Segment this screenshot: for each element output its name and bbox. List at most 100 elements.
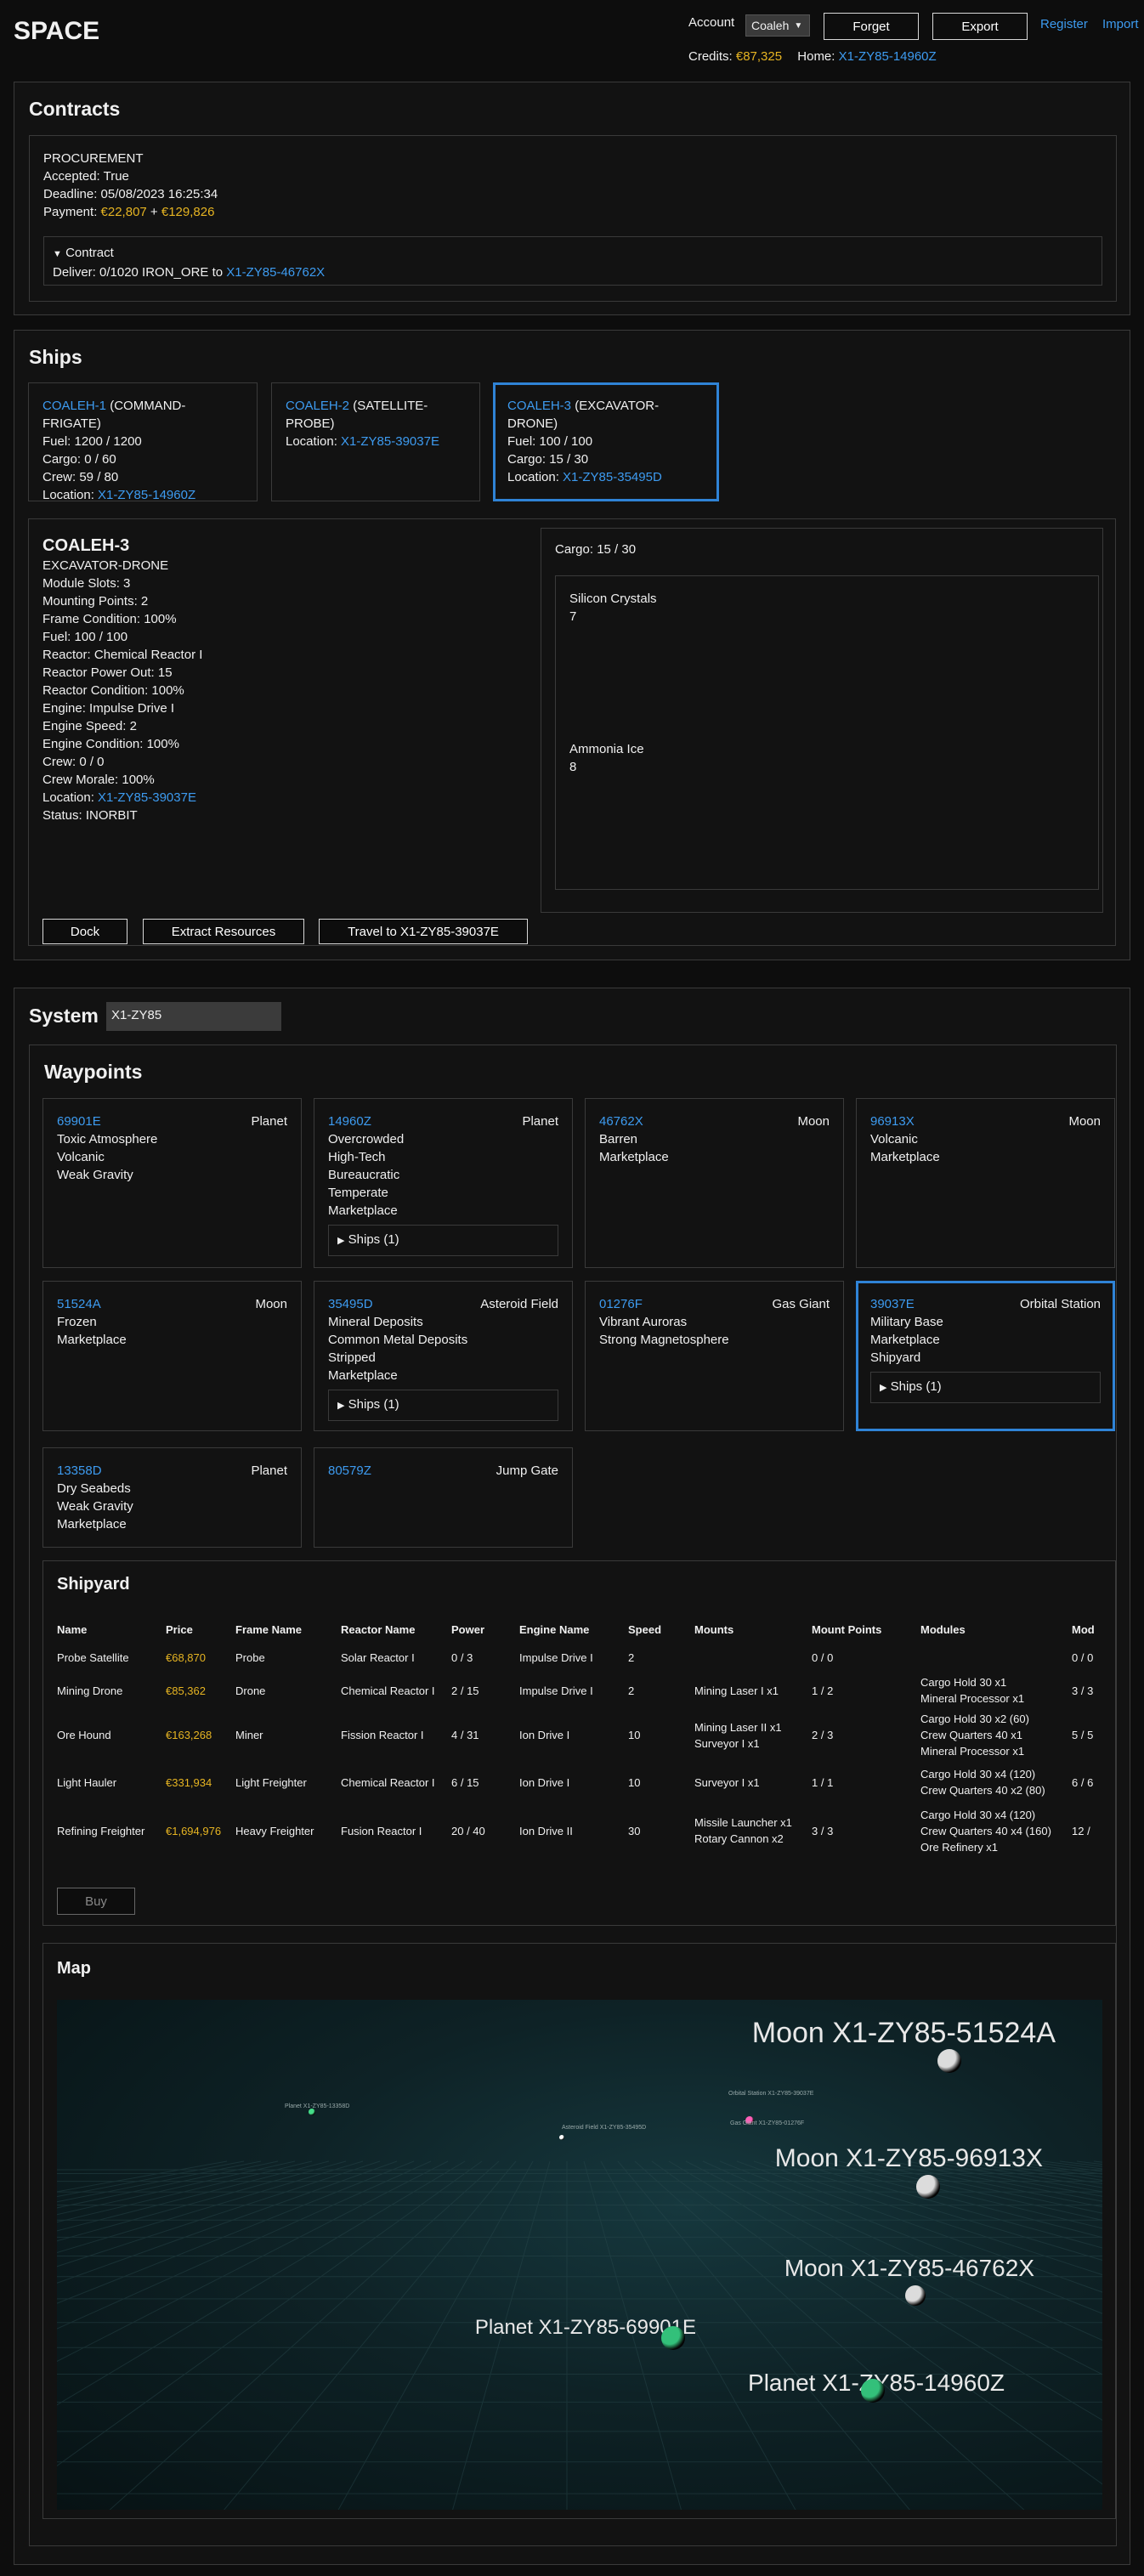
- map-label[interactable]: Planet X1-ZY85-13358D: [285, 2103, 349, 2109]
- table-row[interactable]: Probe Satellite €68,870 Probe Solar Reactor…: [50, 1645, 1102, 1670]
- waypoint-ships-details[interactable]: ▶ Ships (1): [870, 1372, 1101, 1403]
- waypoint-id-link[interactable]: 46762X: [599, 1112, 830, 1130]
- grid-line: [651, 2160, 1102, 2485]
- table-row[interactable]: Light Hauler €331,934 Light Freighter Chemi…: [50, 1759, 1102, 1805]
- contract-deliver: Deliver: 0/1020 IRON_ORE to X1-ZY85-4676…: [53, 263, 1093, 281]
- column-header: Engine Name: [519, 1622, 590, 1636]
- ship-card-coaleh-1[interactable]: COALEH-1 (COMMAND-FRIGATE) Fuel: 1200 / …: [28, 382, 258, 502]
- ship-name-link[interactable]: COALEH-3: [507, 399, 571, 413]
- cargo-item-qty: 7: [569, 609, 577, 624]
- chevron-down-icon: ▼: [794, 20, 803, 31]
- ship-location-label: Location:: [42, 488, 99, 502]
- waypoint-trait: Dry Seabeds: [57, 1481, 131, 1496]
- cargo-item: Ammonia Ice 8: [569, 740, 644, 776]
- cell-mount-points: 3 / 3: [812, 1824, 834, 1837]
- map-body-icon[interactable]: [916, 2175, 940, 2199]
- waypoint-card-39037e[interactable]: 39037E Orbital Station Military Base Market…: [856, 1281, 1115, 1431]
- map-body-icon[interactable]: [559, 2135, 564, 2140]
- system-title: System: [29, 1005, 99, 1027]
- waypoint-card-01276f[interactable]: 01276F Gas Giant Vibrant Auroras Strong Mag…: [585, 1281, 844, 1431]
- grid-line: [57, 2160, 381, 2267]
- waypoint-id-link[interactable]: 96913X: [870, 1112, 1101, 1130]
- map-label[interactable]: Orbital Station X1-ZY85-39037E: [728, 2091, 813, 2097]
- detail-status: Status: INORBIT: [42, 808, 138, 823]
- export-button[interactable]: Export: [932, 13, 1028, 40]
- waypoint-trait: High-Tech: [328, 1150, 386, 1164]
- detail-line: Fuel: 100 / 100: [42, 630, 128, 644]
- waypoint-card-69901e[interactable]: 69901E Planet Toxic Atmosphere Volcanic Weak…: [42, 1098, 302, 1268]
- import-link[interactable]: Import: [1102, 17, 1139, 31]
- ship-location-link[interactable]: X1-ZY85-35495D: [563, 470, 662, 484]
- waypoint-card-46762x[interactable]: 46762X Moon Barren Marketplace: [585, 1098, 844, 1268]
- grid-line: [57, 2160, 262, 2203]
- map-label[interactable]: Moon X1-ZY85-46762X: [784, 2255, 1034, 2282]
- map-body-icon[interactable]: [861, 2379, 885, 2403]
- app-logo: SPACE: [14, 17, 100, 45]
- waypoint-id-link[interactable]: 51524A: [57, 1295, 287, 1313]
- ship-location-link[interactable]: X1-ZY85-39037E: [341, 434, 439, 449]
- system-input[interactable]: X1-ZY85: [106, 1002, 281, 1031]
- home-link[interactable]: X1-ZY85-14960Z: [839, 49, 937, 64]
- contract-details[interactable]: ▼ Contract Deliver: 0/1020 IRON_ORE to X…: [43, 236, 1102, 286]
- system-map[interactable]: Moon X1-ZY85-51524A Moon X1-ZY85-96913X Mo…: [57, 2000, 1102, 2510]
- map-body-icon[interactable]: [905, 2285, 926, 2306]
- contracts-section: Contracts PROCUREMENT Accepted: True Dea…: [14, 82, 1130, 315]
- waypoint-trait: Marketplace: [328, 1368, 398, 1383]
- map-label[interactable]: Asteroid Field X1-ZY85-35495D: [562, 2125, 646, 2131]
- grid-line: [634, 2160, 1025, 2510]
- contract-summary[interactable]: ▼ Contract: [53, 244, 1093, 263]
- waypoint-card-80579z[interactable]: 80579Z Jump Gate: [314, 1447, 573, 1548]
- waypoint-ships-details[interactable]: ▶ Ships (1): [328, 1225, 558, 1256]
- cell-reactor: Fusion Reactor I: [341, 1824, 422, 1837]
- cell-mounts: Surveyor I x1: [688, 1759, 805, 1805]
- cell-engine: Ion Drive II: [519, 1824, 573, 1837]
- mount-item: Rotary Cannon x2: [694, 1832, 784, 1845]
- ship-crew: Crew: 59 / 80: [42, 470, 119, 484]
- waypoint-type: Moon: [255, 1297, 287, 1311]
- column-header: Mount Points: [812, 1622, 882, 1636]
- ship-name-link[interactable]: COALEH-2: [286, 399, 349, 413]
- grid-line: [1076, 2160, 1102, 2166]
- map-body-icon[interactable]: [937, 2049, 961, 2073]
- account-select[interactable]: Coaleh ▼: [745, 14, 810, 37]
- map-body-icon[interactable]: [661, 2326, 685, 2350]
- map-label[interactable]: Moon X1-ZY85-51524A: [752, 2017, 1056, 2050]
- cell-reactor: Chemical Reactor I: [341, 1775, 435, 1789]
- waypoint-card-35495d[interactable]: 35495D Asteroid Field Mineral Deposits Comm…: [314, 1281, 573, 1431]
- travel-button[interactable]: Travel to X1-ZY85-39037E: [319, 919, 528, 944]
- ship-cargo: Cargo: 0 / 60: [42, 452, 116, 467]
- table-row[interactable]: Mining Drone €85,362 Drone Chemical Reactor…: [50, 1670, 1102, 1711]
- map-label[interactable]: Gas Giant X1-ZY85-01276F: [730, 2120, 804, 2126]
- table-row[interactable]: Refining Freighter €1,694,976 Heavy Freigh…: [50, 1805, 1102, 1856]
- account-select-value: Coaleh: [751, 19, 790, 32]
- waypoint-card-96913x[interactable]: 96913X Moon Volcanic Marketplace: [856, 1098, 1115, 1268]
- forget-button[interactable]: Forget: [824, 13, 919, 40]
- waypoint-type: Planet: [251, 1464, 287, 1478]
- cell-frame: Heavy Freighter: [235, 1824, 314, 1837]
- waypoint-card-14960z[interactable]: 14960Z Planet Overcrowded High-Tech Bureaucr…: [314, 1098, 573, 1268]
- cell-engine: Ion Drive I: [519, 1775, 570, 1789]
- waypoint-trait: Frozen: [57, 1315, 97, 1329]
- map-body-icon[interactable]: [309, 2109, 315, 2115]
- waypoint-card-13358d[interactable]: 13358D Planet Dry Seabeds Weak Gravity Marke…: [42, 1447, 302, 1548]
- buy-button[interactable]: Buy: [57, 1888, 135, 1915]
- contract-payment: Payment: €22,807 + €129,826: [43, 203, 218, 221]
- waypoint-ships-details[interactable]: ▶ Ships (1): [328, 1390, 558, 1421]
- waypoint-card-51524a[interactable]: 51524A Moon Frozen Marketplace: [42, 1281, 302, 1431]
- ship-name-link[interactable]: COALEH-1: [42, 399, 106, 413]
- cell-frame: Light Freighter: [235, 1775, 307, 1789]
- deliver-destination-link[interactable]: X1-ZY85-46762X: [226, 265, 325, 280]
- cell-mounts: Mining Laser I x1: [688, 1670, 805, 1711]
- ship-card-coaleh-2[interactable]: COALEH-2 (SATELLITE-PROBE) Location: X1-…: [271, 382, 480, 501]
- ship-location-label: Location:: [507, 470, 564, 484]
- ship-location-link[interactable]: X1-ZY85-14960Z: [98, 488, 195, 502]
- table-row[interactable]: Ore Hound €163,268 Miner Fission Reactor I 4…: [50, 1711, 1102, 1759]
- cell-modules: Cargo Hold 30 x4 (120) Crew Quarters 40 x…: [914, 1759, 1065, 1805]
- ship-card-coaleh-3[interactable]: COALEH-3 (EXCAVATOR-DRONE) Fuel: 100 / 1…: [493, 382, 719, 501]
- dock-button[interactable]: Dock: [42, 919, 127, 944]
- map-label[interactable]: Moon X1-ZY85-96913X: [775, 2144, 1043, 2173]
- extract-resources-button[interactable]: Extract Resources: [143, 919, 304, 944]
- register-link[interactable]: Register: [1040, 17, 1088, 31]
- detail-location-link[interactable]: X1-ZY85-39037E: [98, 790, 196, 805]
- module-item: Cargo Hold 30 x4 (120): [920, 1808, 1036, 1821]
